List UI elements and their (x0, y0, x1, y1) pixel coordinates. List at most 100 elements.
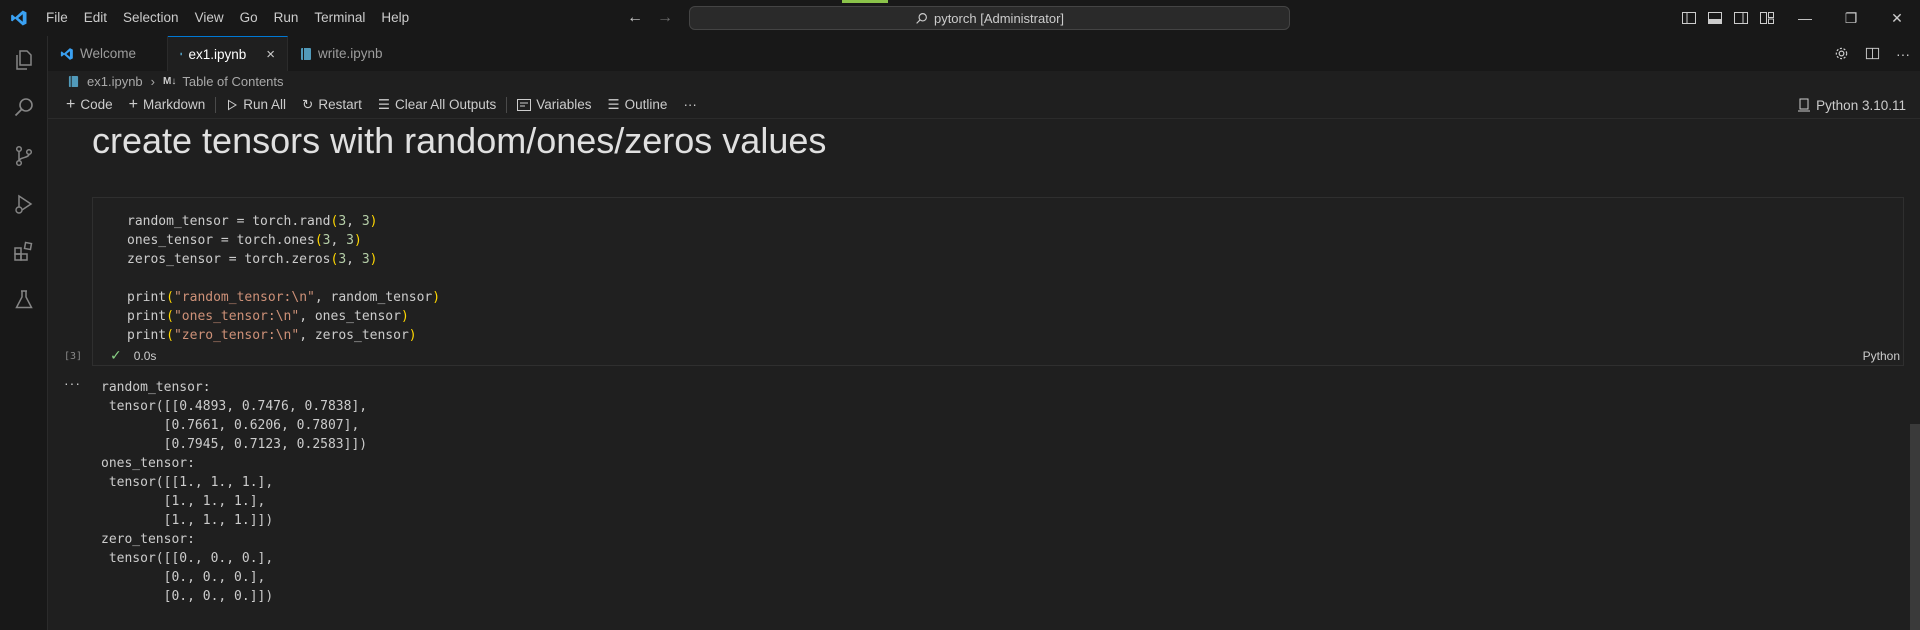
clear-all-outputs-button[interactable]: ☰ Clear All Outputs (370, 91, 504, 119)
search-view-icon[interactable] (0, 84, 48, 132)
vertical-scrollbar[interactable] (1910, 424, 1920, 630)
editor-actions: ··· (1834, 36, 1910, 71)
check-icon: ✓ (110, 347, 122, 363)
markdown-heading: create tensors with random/ones/zeros va… (92, 120, 827, 161)
close-tab-icon[interactable]: × (266, 46, 275, 63)
execution-duration: 0.0s (133, 348, 157, 363)
minimize-icon[interactable]: — (1782, 0, 1828, 36)
markdown-badge: M↓ (163, 75, 177, 87)
clear-outputs-label: Clear All Outputs (394, 97, 497, 112)
output-line: [0., 0., 0.], (101, 570, 266, 585)
add-markdown-label: Markdown (142, 97, 206, 112)
tab-bar: Welcome ex1.ipynb × write.ipynb ··· (48, 36, 1920, 71)
menu-terminal[interactable]: Terminal (306, 0, 373, 36)
restart-button[interactable]: ↻ Restart (294, 91, 370, 119)
run-all-label: Run All (243, 97, 287, 112)
back-arrow-icon[interactable]: ← (627, 9, 643, 27)
breadcrumb: ex1.ipynb › M↓ Table of Contents (48, 71, 284, 91)
close-window-icon[interactable]: ✕ (1874, 0, 1920, 36)
output-line: [1., 1., 1.]]) (101, 513, 274, 528)
restore-icon[interactable]: ❐ (1828, 0, 1874, 36)
notebook-editor: create tensors with random/ones/zeros va… (48, 119, 1920, 630)
tab-welcome[interactable]: Welcome (48, 36, 168, 71)
chevron-right-icon: › (150, 73, 155, 89)
notebook-icon (180, 52, 183, 56)
output-line: tensor([[1., 1., 1.], (101, 475, 274, 490)
menu-selection[interactable]: Selection (115, 0, 187, 36)
tab-label: ex1.ipynb (188, 46, 247, 62)
output-line: [1., 1., 1.], (101, 494, 266, 509)
code-cell[interactable]: random_tensor = torch.rand(3, 3) ones_te… (92, 197, 1904, 366)
variables-button[interactable]: Variables (509, 91, 599, 119)
clear-all-icon: ☰ (377, 96, 390, 112)
notebook-icon (68, 75, 79, 87)
title-bar: File Edit Selection View Go Run Terminal… (0, 0, 1920, 36)
variables-icon (517, 98, 532, 111)
tab-ex1[interactable]: ex1.ipynb × (168, 36, 288, 71)
source-control-icon[interactable] (0, 132, 48, 180)
outline-button[interactable]: ☰ Outline (600, 91, 676, 119)
toggle-secondary-sidebar-icon[interactable] (1733, 10, 1749, 26)
kernel-label: Python 3.10.11 (1816, 97, 1906, 113)
navigation-arrows: ← → (627, 0, 673, 36)
output-line: [0.7945, 0.7123, 0.2583]]) (101, 437, 368, 452)
menu-file[interactable]: File (38, 0, 76, 36)
tab-label: Welcome (80, 46, 137, 61)
menu-view[interactable]: View (187, 0, 232, 36)
output-line: tensor([[0.4893, 0.7476, 0.7838], (101, 399, 368, 414)
tab-write[interactable]: write.ipynb (288, 36, 398, 71)
add-code-label: Code (80, 97, 113, 112)
breadcrumb-section[interactable]: Table of Contents (182, 74, 283, 89)
variables-label: Variables (536, 97, 592, 112)
add-markdown-cell-button[interactable]: + Markdown (121, 91, 214, 119)
kernel-icon (1798, 98, 1811, 112)
menu-run[interactable]: Run (266, 0, 307, 36)
output-line: [0., 0., 0.]]) (101, 589, 274, 604)
window-controls: — ❐ ✕ (1782, 0, 1920, 36)
vscode-logo-icon (60, 47, 73, 60)
testing-flask-icon[interactable] (0, 276, 48, 324)
kernel-picker[interactable]: Python 3.10.11 (1798, 91, 1906, 119)
breadcrumb-file[interactable]: ex1.ipynb (87, 74, 143, 89)
run-debug-icon[interactable] (0, 180, 48, 228)
customize-layout-icon[interactable] (1759, 10, 1775, 26)
toolbar-divider (506, 96, 508, 113)
run-all-button[interactable]: Run All (218, 91, 294, 119)
execution-count: [3] (64, 351, 83, 362)
activity-bar (0, 36, 48, 630)
menu-go[interactable]: Go (232, 0, 266, 36)
explorer-icon[interactable] (0, 36, 48, 84)
toggle-primary-sidebar-icon[interactable] (1681, 10, 1697, 26)
title-accent-strip (842, 0, 888, 3)
cell-language[interactable]: Python (1863, 349, 1900, 363)
plus-icon: + (128, 95, 138, 113)
notebook-icon (301, 47, 311, 60)
menu-help[interactable]: Help (373, 0, 417, 36)
command-center-label: pytorch [Administrator] (933, 10, 1065, 26)
extensions-icon[interactable] (0, 228, 48, 276)
menu-bar: File Edit Selection View Go Run Terminal… (38, 0, 417, 36)
more-toolbar-icon[interactable]: ··· (675, 91, 705, 119)
notebook-toolbar: + Code + Markdown Run All ↻ Restart ☰ Clea… (48, 91, 1920, 119)
forward-arrow-icon[interactable]: → (657, 9, 673, 27)
layout-controls (1681, 0, 1775, 36)
toolbar-divider (215, 96, 217, 113)
output-more-icon[interactable]: ··· (64, 375, 81, 391)
tab-label: write.ipynb (318, 46, 383, 61)
cell-output: random_tensor: tensor([[0.4893, 0.7476, … (101, 378, 367, 606)
plus-icon: + (66, 95, 76, 113)
split-editor-icon[interactable] (1865, 46, 1880, 61)
output-line: [0.7661, 0.6206, 0.7807], (101, 418, 360, 433)
command-center[interactable]: pytorch [Administrator] (689, 6, 1290, 30)
more-actions-icon[interactable]: ··· (1896, 46, 1910, 62)
outline-label: Outline (624, 97, 668, 112)
search-icon (916, 12, 927, 24)
output-line: random_tensor: (101, 380, 211, 395)
restart-label: Restart (318, 97, 362, 112)
add-code-cell-button[interactable]: + Code (58, 91, 121, 119)
menu-edit[interactable]: Edit (76, 0, 115, 36)
outline-icon: ☰ (607, 96, 620, 112)
toggle-panel-icon[interactable] (1707, 10, 1723, 26)
code-editor[interactable]: random_tensor = torch.rand(3, 3) ones_te… (127, 212, 440, 345)
gear-icon[interactable] (1834, 46, 1849, 61)
